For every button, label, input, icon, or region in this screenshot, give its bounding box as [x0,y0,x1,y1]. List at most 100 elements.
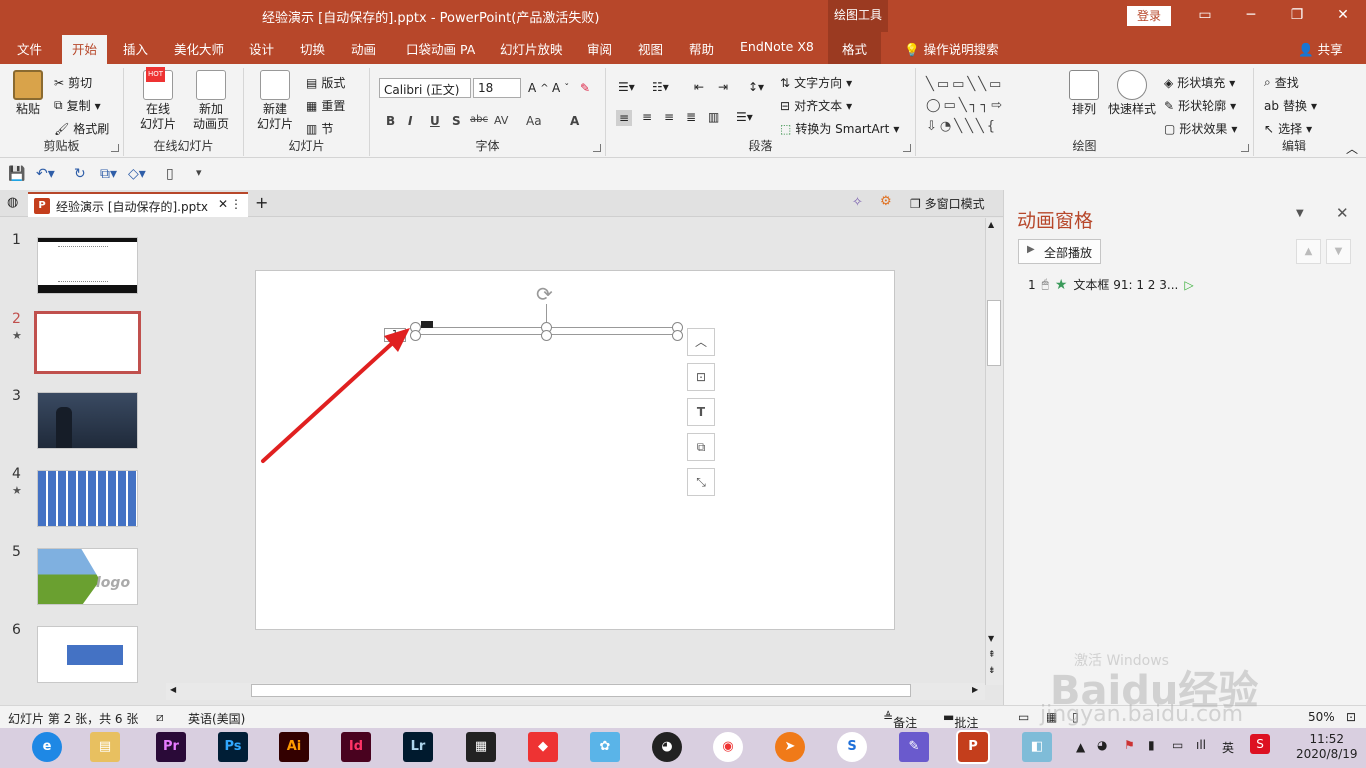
app-icon[interactable]: ◆ [528,732,558,762]
font-color-button[interactable]: A [570,114,579,128]
numbering-icon[interactable]: ☷▾ [652,80,669,94]
close-pane-icon[interactable]: ✕ [1336,204,1349,222]
rotate-handle-icon[interactable]: ⟳ [536,282,553,306]
paste-button[interactable]: 粘贴 [8,70,48,117]
wifi-icon[interactable]: ıll [1196,738,1206,752]
shadow-button[interactable]: S [452,114,461,128]
previous-slide-icon[interactable]: ⇞ [988,650,996,660]
resize-handle[interactable] [541,330,552,341]
animation-list-item[interactable]: 1 🖱 ★ 文本框 91: 1 2 3... ▷ [1028,276,1194,293]
dialog-launcher-icon[interactable] [1241,144,1249,152]
browser-icon[interactable]: e [32,732,62,762]
spellcheck-icon[interactable]: ⧄ [156,710,164,725]
app-icon[interactable]: S [837,732,867,762]
strike-button[interactable]: abc [470,114,488,125]
slide-thumbnail-4[interactable] [37,470,138,527]
app-icon[interactable]: ➤ [775,732,805,762]
app-icon[interactable]: ◧ [1022,732,1052,762]
resize-handle[interactable] [672,330,683,341]
network-icon[interactable]: ▭ [1172,738,1183,752]
horizontal-scrollbar[interactable]: ◀ ▶ [166,683,985,700]
shape-outline-button[interactable]: ✎ 形状轮廓 ▾ [1164,97,1236,114]
play-all-button[interactable]: ▶ 全部播放 [1018,239,1101,264]
close-icon[interactable]: ✕ [1320,0,1366,32]
clear-format-icon[interactable]: ✎ [580,81,590,95]
document-tab[interactable]: P 经验演示 [自动保存的].pptx ✕ ⋮ [28,192,248,217]
select-button[interactable]: ↖ 选择 ▾ [1264,120,1312,137]
slide-thumbnail-2[interactable] [34,311,141,374]
customize-qat-icon[interactable]: ▾ [196,166,202,179]
tab-slideshow[interactable]: 幻灯片放映 [500,39,563,58]
bold-button[interactable]: B [386,114,395,128]
font-name-combo[interactable]: Calibri (正文) [379,78,471,98]
multi-window-button[interactable]: ❐ 多窗口模式 [910,195,985,212]
text-direction-button[interactable]: ⇅ 文字方向 ▾ [780,74,852,91]
chrome-icon[interactable]: ◉ [713,732,743,762]
app-icon[interactable]: ✎ [899,732,929,762]
save-icon[interactable]: 💾 [8,166,25,182]
scroll-thumb[interactable] [987,300,1001,366]
collapse-ribbon-icon[interactable]: ︿ [1346,140,1358,157]
tab-transitions[interactable]: 切换 [300,39,325,58]
language-status[interactable]: 英语(美国) [188,710,245,727]
more-options-icon[interactable]: ⋮ [230,197,242,211]
grow-font-icon[interactable]: A ^ [528,81,549,95]
premiere-icon[interactable]: Pr [156,732,186,762]
tell-me-search[interactable]: 💡 操作说明搜索 [904,39,999,58]
copy-button[interactable]: ⧉ 复制 ▾ [54,97,101,114]
shrink-font-icon[interactable]: Aˇ [552,81,569,95]
file-explorer-icon[interactable]: ▤ [90,732,120,762]
shapes-gallery[interactable]: ╲▭▭╲╲▭ ◯▭╲┐┐⇨ ⇩◔╲╲╲{ [926,74,1058,134]
tab-review[interactable]: 审阅 [587,39,612,58]
lightroom-icon[interactable]: Lr [403,732,433,762]
dialog-launcher-icon[interactable] [903,144,911,152]
hscroll-thumb[interactable] [251,684,911,697]
layout-button[interactable]: ▤ 版式 [306,74,345,91]
align-right-icon[interactable]: ≡ [664,110,674,124]
quick-styles-button[interactable]: 快速样式 [1106,70,1158,117]
arrange-button[interactable]: 排列 [1066,70,1102,117]
layout-options-icon[interactable]: ⊡ [687,363,715,391]
align-text-button[interactable]: ⊟ 对齐文本 ▾ [780,97,852,114]
section-button[interactable]: ▥ 节 [306,120,333,137]
columns-icon[interactable]: ☰▾ [736,110,753,124]
tab-format[interactable]: 格式 [828,32,882,64]
align-left-icon[interactable]: ≡ [616,110,633,126]
dialog-launcher-icon[interactable] [111,144,119,152]
fit-to-window-icon[interactable]: ⊡ [1346,710,1356,724]
format-painter-button[interactable]: 🖌 格式刷 [54,120,109,137]
redo-icon[interactable]: ↻ [74,166,86,182]
chevron-up-icon[interactable]: ︿ [687,328,715,356]
distribute-icon[interactable]: ▥ [708,110,719,124]
scroll-left-icon[interactable]: ◀ [170,685,176,694]
illustrator-icon[interactable]: Ai [279,732,309,762]
reading-view-icon[interactable]: ▯ [1072,710,1079,724]
shape-fill-button[interactable]: ◈ 形状填充 ▾ [1164,74,1235,91]
slide-thumbnail-5[interactable]: logo [37,548,138,605]
scroll-up-icon[interactable]: ▲ [988,220,994,229]
tab-insert[interactable]: 插入 [123,39,148,58]
italic-button[interactable]: I [408,114,412,128]
reset-button[interactable]: ▦ 重置 [306,97,345,114]
move-down-icon[interactable]: ▼ [1326,239,1351,264]
tab-animations[interactable]: 动画 [351,39,376,58]
close-tab-icon[interactable]: ✕ [218,197,228,211]
new-tab-icon[interactable]: + [255,193,268,212]
slide-sorter-icon[interactable]: ▦ [1046,710,1057,724]
tab-design[interactable]: 设计 [249,39,274,58]
slide-thumbnail-1[interactable] [37,237,138,294]
line-spacing-icon[interactable]: ↕▾ [748,80,764,94]
char-spacing-button[interactable]: AV [494,114,508,127]
start-slideshow-icon[interactable]: ⧉▾ [100,166,117,182]
font-size-combo[interactable]: 18 [473,78,521,98]
restore-icon[interactable]: ❐ [1274,0,1320,32]
show-hidden-icons[interactable]: ▲ [1076,740,1085,754]
tab-pocket-animation[interactable]: 口袋动画 PA [406,39,475,58]
share-button[interactable]: 👤 共享 [1298,39,1343,58]
tab-endnote[interactable]: EndNote X8 [740,39,814,54]
online-slides-button[interactable]: HOT 在线 幻灯片 [136,67,180,132]
shape-icon[interactable]: ◇▾ [128,166,146,182]
scroll-down-icon[interactable]: ▼ [988,634,994,643]
cut-button[interactable]: ✂ 剪切 [54,74,92,91]
underline-button[interactable]: U [430,114,440,128]
